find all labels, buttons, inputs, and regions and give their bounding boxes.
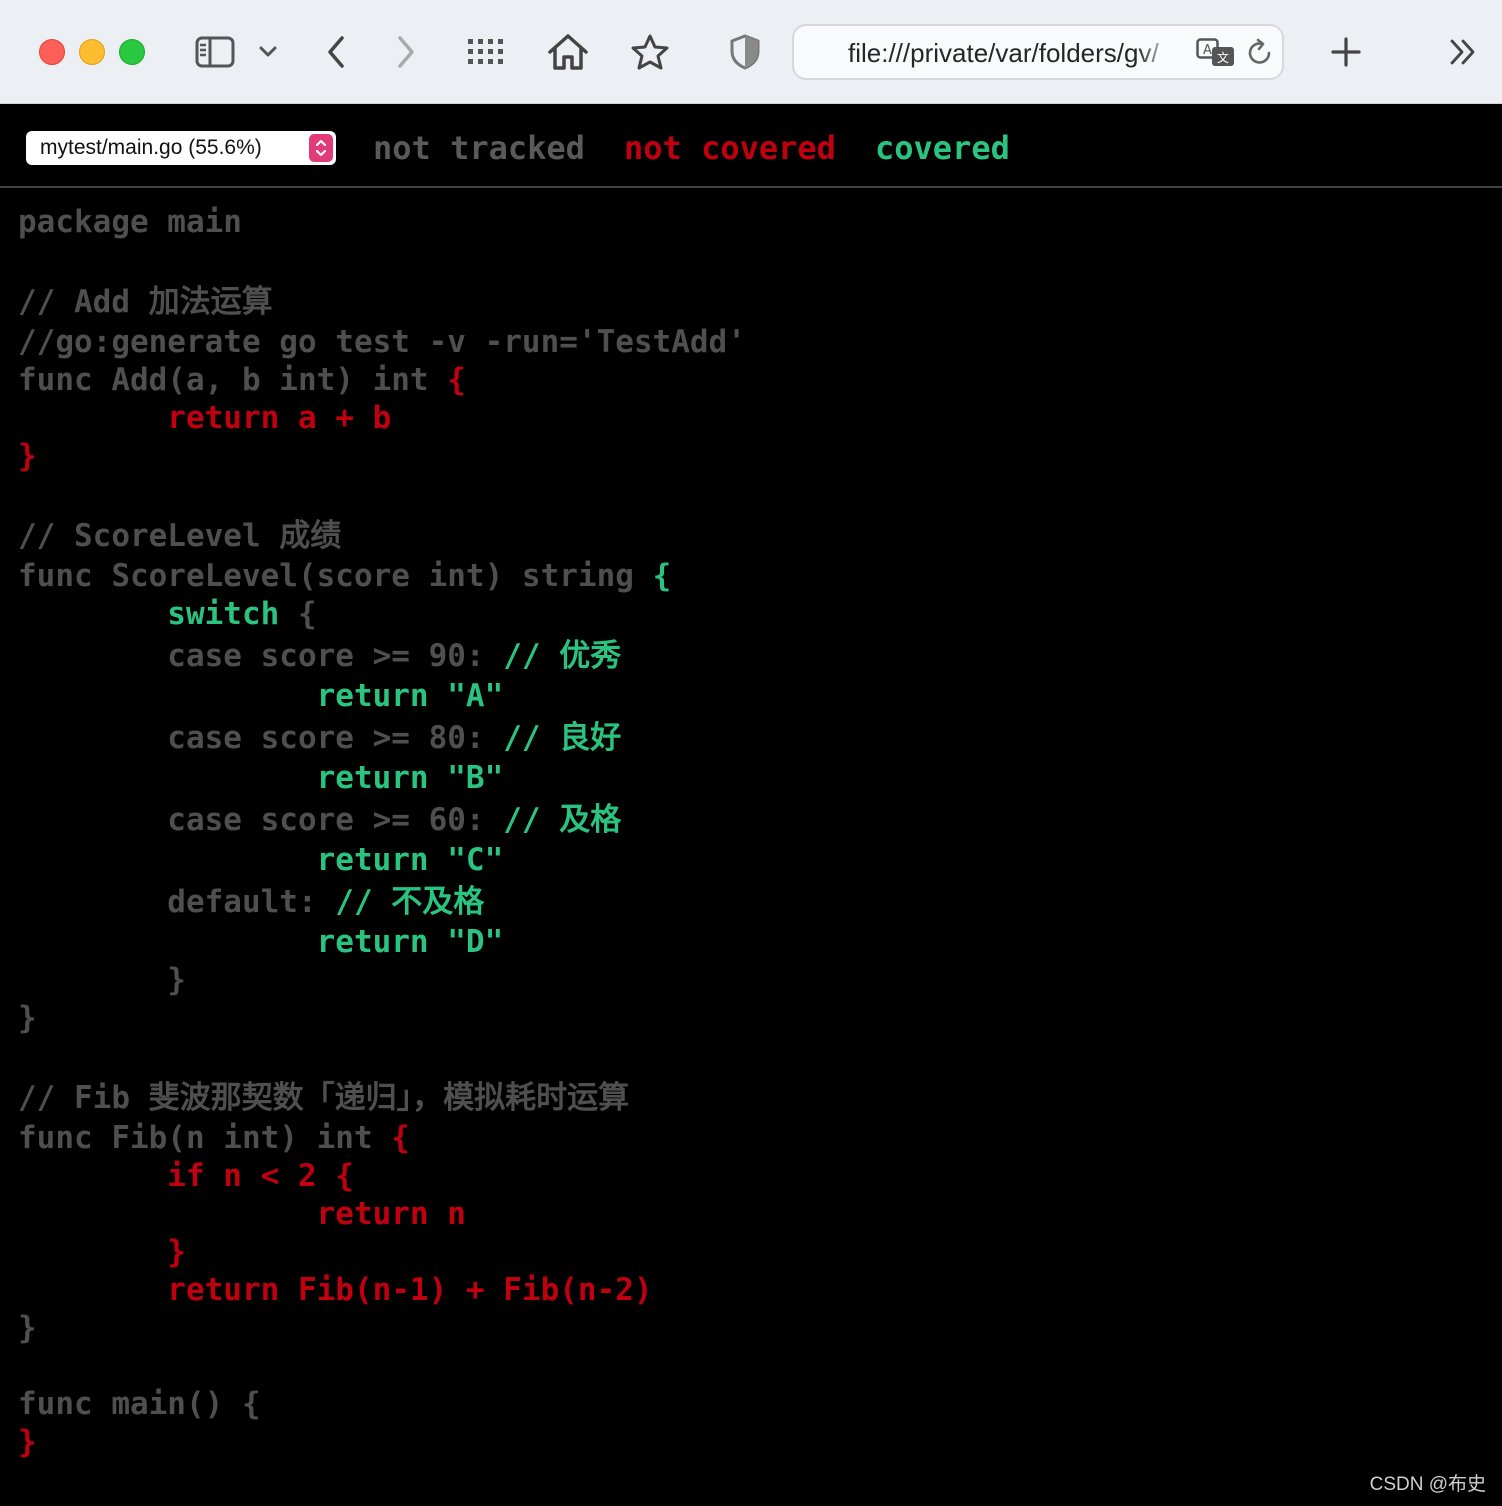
minimize-window-button[interactable] (79, 39, 105, 65)
code-line: } (18, 1422, 37, 1462)
close-window-button[interactable] (39, 39, 65, 65)
code-segment-nt: func ScoreLevel(score int) string (18, 558, 653, 594)
legend-not-covered: not covered (624, 129, 836, 167)
code-segment-nt: func Add(a, b int) int (18, 362, 448, 398)
code-segment-nt: } (18, 1000, 37, 1036)
code-line: // Fib 斐波那契数「递归」，模拟耗时运算 (18, 1078, 629, 1118)
code-segment-cv: // 不及格 (335, 884, 485, 920)
zoom-window-button[interactable] (119, 39, 145, 65)
code-line: } (18, 998, 37, 1038)
code-segment-cv: return "B" (18, 760, 504, 796)
code-line: return "D" (18, 922, 504, 962)
code-line: case score >= 80: // 良好 (18, 718, 621, 758)
code-line: } (18, 1232, 186, 1272)
code-line: case score >= 90: // 优秀 (18, 636, 621, 676)
legend-not-tracked: not tracked (373, 129, 585, 167)
code-line: default: // 不及格 (18, 882, 484, 922)
code-segment-nc: return a + b (18, 400, 392, 436)
url-text[interactable]: file:///private/var/folders/gv/ (848, 36, 1176, 70)
file-select[interactable]: mytest/main.go (55.6%) (26, 131, 336, 165)
grid-icon[interactable] (466, 30, 506, 74)
reload-icon[interactable] (1240, 36, 1280, 70)
code-segment-nt: // ScoreLevel 成绩 (18, 518, 342, 554)
updown-chevron-icon (309, 134, 333, 162)
double-chevron-icon[interactable] (1446, 30, 1480, 74)
code-line: } (18, 436, 37, 476)
address-bar[interactable]: file:///private/var/folders/gv/ A文 (792, 24, 1284, 80)
source-code-view: package main // Add 加法运算 //go:generate go … (0, 188, 1502, 1506)
code-line: return "B" (18, 758, 504, 798)
code-segment-nt: // Add 加法运算 (18, 284, 273, 320)
code-segment-cv: // 良好 (503, 720, 622, 756)
code-line: } (18, 960, 186, 1000)
star-icon[interactable] (630, 30, 670, 74)
code-line: func main() { (18, 1384, 261, 1424)
code-segment-nc: } (18, 1424, 37, 1460)
code-segment-nt: // Fib 斐波那契数「递归」，模拟耗时运算 (18, 1080, 630, 1116)
sidebar-icon[interactable] (194, 30, 236, 74)
code-segment-nt: func main() { (18, 1386, 261, 1422)
code-segment-cv: return "D" (18, 924, 504, 960)
code-segment-nc: { (447, 362, 466, 398)
code-segment-nt: case score >= 80: (18, 720, 504, 756)
code-segment-nc: } (18, 438, 37, 474)
home-icon[interactable] (546, 30, 590, 74)
browser-toolbar: file:///private/var/folders/gv/ A文 (0, 0, 1502, 104)
code-segment-cv: return "A" (18, 678, 504, 714)
code-segment-cv: { (652, 558, 672, 594)
code-line: return n (18, 1194, 466, 1234)
code-line: // ScoreLevel 成绩 (18, 516, 341, 556)
code-segment-nc: return n (18, 1196, 466, 1232)
code-segment-nt: } (18, 962, 186, 998)
code-segment-nt: //go:generate go test -v -run='TestAdd' (18, 324, 746, 360)
legend-covered: covered (875, 129, 1010, 167)
code-segment-nc: return Fib(n-1) + Fib(n-2) (18, 1272, 653, 1308)
code-segment-nt: case score >= 90: (18, 638, 504, 674)
watermark: CSDN @布史 (1369, 1474, 1486, 1495)
code-line: return a + b (18, 398, 391, 438)
coverage-topbar: mytest/main.go (55.6%) not tracked not c… (0, 104, 1502, 188)
code-segment-cv: return "C" (18, 842, 504, 878)
plus-icon[interactable] (1328, 30, 1364, 74)
code-line: switch { (18, 594, 317, 634)
code-line: func Fib(n int) int { (18, 1118, 410, 1158)
code-segment-nt: default: (18, 884, 336, 920)
code-segment-nt: } (18, 1310, 37, 1346)
code-line: if n < 2 { (18, 1156, 354, 1196)
code-segment-nc: { (391, 1120, 410, 1156)
code-line: func Add(a, b int) int { (18, 360, 466, 400)
file-select-value: mytest/main.go (55.6%) (40, 136, 262, 159)
code-segment-nt: case score >= 60: (18, 802, 504, 838)
code-line: // Add 加法运算 (18, 282, 273, 322)
code-line: return "C" (18, 840, 504, 880)
svg-text:A: A (1203, 43, 1212, 58)
code-segment-nc: if n < 2 { (18, 1158, 354, 1194)
code-segment-nt: package main (18, 204, 242, 240)
code-segment-nt: func Fib(n int) int (18, 1120, 392, 1156)
code-segment-nt: { (279, 596, 317, 632)
code-line: case score >= 60: // 及格 (18, 800, 621, 840)
forward-icon[interactable] (392, 30, 420, 74)
code-line: package main (18, 202, 242, 242)
code-line: return "A" (18, 676, 504, 716)
code-segment-cv: switch (18, 596, 280, 632)
code-line: func ScoreLevel(score int) string { (18, 556, 671, 596)
code-line: //go:generate go test -v -run='TestAdd' (18, 322, 746, 362)
code-segment-nc: } (18, 1234, 186, 1270)
translate-icon[interactable]: A文 (1196, 36, 1236, 70)
code-line: return Fib(n-1) + Fib(n-2) (18, 1270, 653, 1310)
code-segment-cv: // 及格 (503, 802, 622, 838)
svg-text:文: 文 (1217, 50, 1229, 65)
shield-icon[interactable] (728, 30, 762, 74)
code-line: } (18, 1308, 37, 1348)
code-segment-cv: // 优秀 (503, 638, 622, 674)
chevron-down-icon[interactable] (256, 30, 280, 74)
back-icon[interactable] (322, 30, 350, 74)
